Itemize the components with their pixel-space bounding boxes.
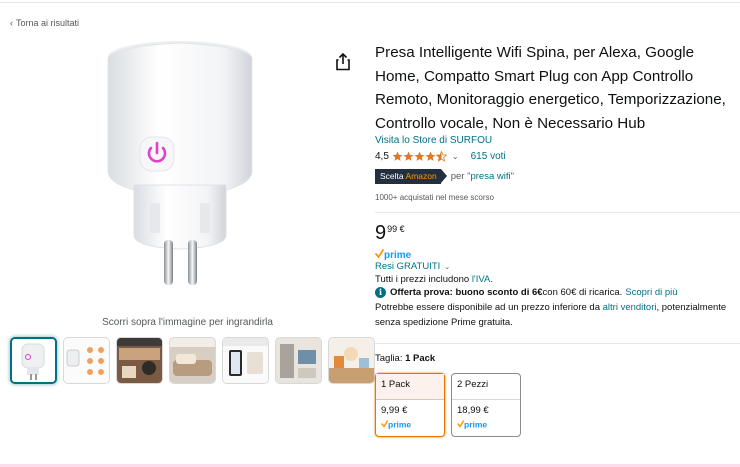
rating-count-link[interactable]: 615 voti [471,151,506,162]
choice-keyword-link[interactable]: presa wifi [470,171,510,182]
prime-check-icon: prime [381,420,411,430]
prime-logo: prime [452,416,520,430]
prime-logo: prime [375,247,740,261]
thumbnail[interactable] [328,337,375,384]
thumbnail[interactable] [10,337,57,384]
thumbnail[interactable] [63,337,110,384]
chevron-down-icon: ⌄ [444,264,451,272]
price-whole: 9 [375,222,387,245]
vat-link[interactable]: l'IVA [472,274,491,285]
star-rating[interactable] [392,150,447,162]
thumbnail-lamp-image [329,338,374,383]
thumbnail[interactable] [275,337,322,384]
other-sellers-prefix: Potrebbe essere disponibile ad un prezzo… [375,302,603,314]
star-icon [392,151,403,161]
main-product-image[interactable] [94,35,270,305]
share-icon[interactable] [335,53,351,71]
info-icon: i [375,287,386,299]
chevron-left-icon: ‹ [10,18,13,28]
size-option-name: 1 Pack [376,374,444,401]
star-icon [414,151,425,161]
thumbnail[interactable] [169,337,216,384]
prime-text: prime [384,250,412,261]
amazon-choice-row: Scelta Amazon per "presa wifi" [375,168,740,184]
price-fraction: 99 € [387,224,405,235]
offer-bold: Offerta prova: buono sconto di 6€ [390,287,543,299]
bought-count: 1000+ acquistati nel mese scorso [375,193,494,203]
product-title: Presa Intelligente Wifi Spina, per Alexa… [375,44,726,132]
product-details: Presa Intelligente Wifi Spina, per Alexa… [375,41,740,438]
offer-learn-more-link[interactable]: Scopri di più [625,287,677,298]
size-selected: 1 Pack [405,353,436,365]
size-option-price: 18,99 € [457,405,489,417]
offer-row: i Offerta prova: buono sconto di 6€ con … [375,287,740,299]
offer-text: con 60€ di ricarica. [542,287,623,299]
zoom-hint: Scorri sopra l'immagine per ingrandirla [102,317,273,328]
other-sellers-link[interactable]: altri venditori [603,302,657,313]
vat-suffix: . [490,274,493,286]
back-label: Torna ai risultati [16,18,80,28]
choice-badge-prefix: Scelta [380,170,406,181]
vat-note: Tutti i prezzi includono l'IVA. [375,274,740,285]
divider [375,212,740,214]
top-border [0,0,740,3]
thumbnail-strip [10,337,375,384]
thumbnail-plug-image [12,339,55,382]
divider [375,343,740,345]
prime-text: prime [464,420,487,430]
returns-label: Resi GRATUITI [375,261,441,273]
size-label-prefix: Taglia: [375,353,406,365]
size-options: 1 Pack 9,99 € prime 2 Pezzi 18,99 € prim… [375,373,740,438]
choice-for-text: per "presa wifi" [451,171,514,182]
other-sellers-note: Potrebbe essere disponibile ad un prezzo… [375,300,740,330]
prime-check-icon: prime [457,420,487,430]
size-option-2-pezzi[interactable]: 2 Pezzi 18,99 € prime [451,373,521,438]
chevron-down-icon[interactable]: ⌄ [452,152,459,161]
size-option-price: 9,99 € [381,405,408,417]
half-star-icon [435,150,447,162]
thumbnail-bedroom-image [170,338,215,383]
prime-text: prime [388,420,411,430]
size-label: Taglia: 1 Pack [375,353,740,364]
choice-for-prefix: per " [450,170,471,182]
rating-value: 4,5 [375,150,389,162]
thumbnail-app-image [223,338,268,383]
size-option-1-pack[interactable]: 1 Pack 9,99 € prime [375,373,445,438]
thumbnail-lifestyle-image [117,338,162,383]
size-option-name: 2 Pezzi [452,374,520,401]
choice-for-suffix: " [510,170,514,182]
vat-prefix: Tutti i prezzi includono [375,274,472,286]
thumbnail-features-image [64,338,109,383]
star-icon [425,151,436,161]
store-link[interactable]: Visita lo Store di SURFOU [375,135,740,146]
thumbnail[interactable] [116,337,163,384]
thumbnail[interactable] [222,337,269,384]
choice-badge-brand: Amazon [405,170,437,181]
prime-check-icon: prime [375,248,412,261]
amazon-choice-badge: Scelta Amazon [375,168,447,184]
thumbnail-kitchen-image [276,338,321,383]
price: 9 99 € [375,223,740,245]
free-returns-link[interactable]: Resi GRATUITI ⌄ [375,261,740,272]
prime-logo: prime [376,416,444,430]
rating-row: 4,5 ⌄ 615 voti [375,149,740,163]
star-icon [403,151,414,161]
back-to-results-link[interactable]: ‹ Torna ai risultati [10,18,79,28]
